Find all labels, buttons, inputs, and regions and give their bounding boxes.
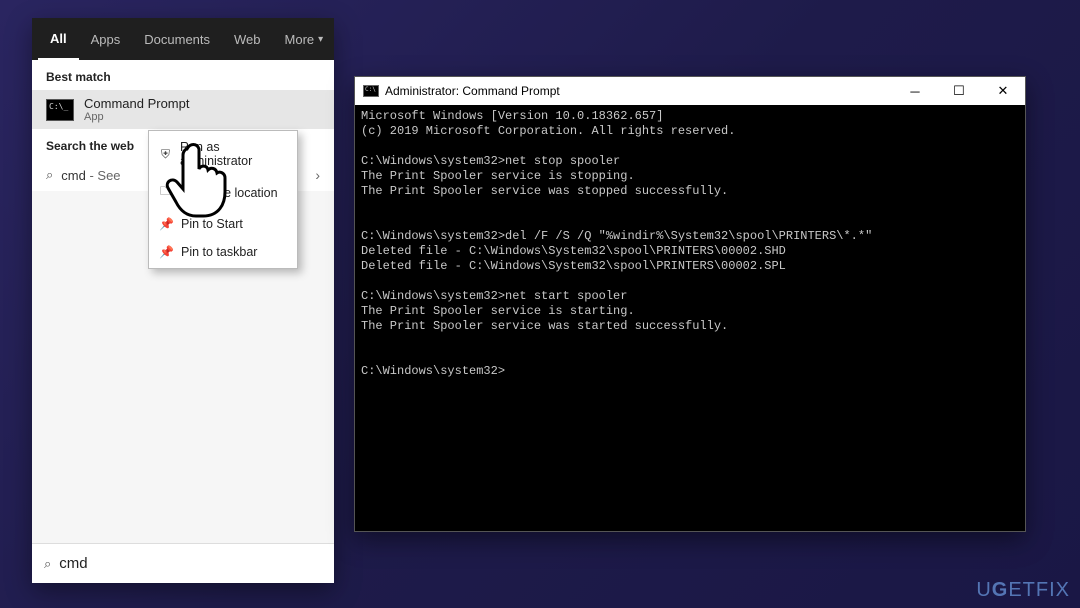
command-prompt-icon bbox=[363, 85, 379, 97]
window-titlebar[interactable]: Administrator: Command Prompt ─ ☐ ✕ bbox=[355, 77, 1025, 105]
context-menu: ⛨ Run as administrator 🗀 Open file locat… bbox=[148, 130, 298, 269]
tab-apps[interactable]: Apps bbox=[79, 18, 133, 60]
admin-icon: ⛨ bbox=[159, 147, 172, 162]
result-title: Command Prompt bbox=[84, 96, 189, 111]
folder-icon: 🗀 bbox=[159, 182, 173, 203]
ctx-open-file-location[interactable]: 🗀 Open file location bbox=[149, 175, 297, 210]
terminal-output[interactable]: Microsoft Windows [Version 10.0.18362.65… bbox=[355, 105, 1025, 531]
search-icon: ⌕ bbox=[46, 167, 53, 183]
command-prompt-icon bbox=[46, 99, 74, 121]
ctx-run-as-administrator[interactable]: ⛨ Run as administrator bbox=[149, 133, 297, 175]
web-query: cmd bbox=[61, 168, 86, 183]
ctx-pin-to-start[interactable]: 📌 Pin to Start bbox=[149, 210, 297, 238]
pin-taskbar-icon: 📌 bbox=[159, 245, 173, 259]
tab-all[interactable]: All bbox=[38, 18, 79, 60]
search-icon: ⌕ bbox=[44, 556, 51, 572]
result-subtitle: App bbox=[84, 111, 189, 123]
pin-start-icon: 📌 bbox=[159, 217, 173, 231]
search-input-row: ⌕ bbox=[32, 543, 334, 583]
best-match-label: Best match bbox=[32, 60, 334, 90]
ctx-label: Pin to Start bbox=[181, 217, 243, 231]
chevron-right-icon: › bbox=[315, 167, 320, 183]
ctx-label: Run as administrator bbox=[180, 140, 287, 168]
windows-search-panel: All Apps Documents Web More▾ Best match … bbox=[32, 18, 334, 583]
maximize-button[interactable]: ☐ bbox=[937, 77, 981, 105]
close-button[interactable]: ✕ bbox=[981, 77, 1025, 105]
chevron-down-icon: ▾ bbox=[318, 34, 323, 45]
tab-web[interactable]: Web bbox=[222, 18, 273, 60]
ctx-pin-to-taskbar[interactable]: 📌 Pin to taskbar bbox=[149, 238, 297, 266]
watermark: UGETFIX bbox=[976, 579, 1070, 602]
web-query-suffix: - See bbox=[86, 168, 121, 183]
tab-more[interactable]: More▾ bbox=[273, 18, 336, 60]
tab-documents[interactable]: Documents bbox=[132, 18, 222, 60]
search-input[interactable] bbox=[59, 555, 322, 572]
window-title: Administrator: Command Prompt bbox=[385, 84, 893, 98]
best-match-result[interactable]: Command Prompt App bbox=[32, 90, 334, 129]
search-scope-tabs: All Apps Documents Web More▾ bbox=[32, 18, 334, 60]
ctx-label: Open file location bbox=[181, 186, 278, 200]
ctx-label: Pin to taskbar bbox=[181, 245, 257, 259]
command-prompt-window: Administrator: Command Prompt ─ ☐ ✕ Micr… bbox=[354, 76, 1026, 532]
minimize-button[interactable]: ─ bbox=[893, 77, 937, 105]
